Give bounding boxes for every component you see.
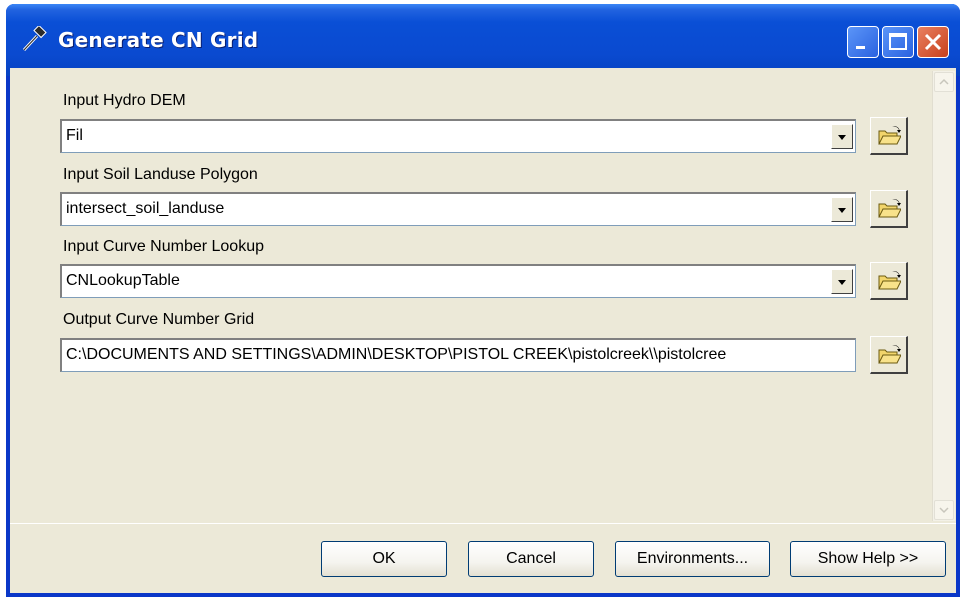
ok-button[interactable]: OK: [321, 541, 447, 577]
chevron-down-icon: [939, 507, 949, 514]
hydro-dem-label: Input Hydro DEM: [63, 92, 186, 109]
scroll-up-button[interactable]: [934, 72, 954, 92]
cn-lookup-browse-button[interactable]: [870, 262, 908, 300]
scroll-down-button[interactable]: [934, 500, 954, 520]
cn-lookup-label: Input Curve Number Lookup: [63, 238, 264, 255]
vertical-scrollbar[interactable]: [932, 71, 955, 521]
dialog-client: Input Hydro DEM Fil Input Soil Landuse P…: [10, 68, 956, 593]
show-help-button[interactable]: Show Help >>: [790, 541, 946, 577]
maximize-icon: [889, 33, 907, 50]
hydro-dem-dropdown-button[interactable]: [831, 124, 853, 149]
chevron-down-icon: [838, 208, 846, 213]
minimize-icon: [856, 46, 865, 49]
cn-lookup-value: CNLookupTable: [66, 272, 180, 289]
open-folder-icon: [878, 271, 901, 290]
soil-landuse-combo[interactable]: intersect_soil_landuse: [60, 192, 856, 226]
output-grid-browse-button[interactable]: [870, 336, 908, 374]
close-icon: [924, 33, 942, 51]
cn-lookup-dropdown-button[interactable]: [831, 269, 853, 294]
close-button[interactable]: [917, 26, 949, 58]
maximize-button[interactable]: [882, 26, 914, 58]
output-grid-value: C:\DOCUMENTS AND SETTINGS\ADMIN\DESKTOP\…: [66, 346, 727, 363]
title-bar[interactable]: Generate CN Grid: [6, 4, 960, 76]
cancel-button[interactable]: Cancel: [468, 541, 594, 577]
hydro-dem-browse-button[interactable]: [870, 117, 908, 155]
button-bar: OK Cancel Environments... Show Help >>: [10, 523, 956, 594]
dialog-window: Generate CN Grid Input Hydro DEM Fil Inp…: [6, 4, 960, 597]
environments-button[interactable]: Environments...: [615, 541, 770, 577]
window-title: Generate CN Grid: [58, 28, 259, 52]
soil-landuse-label: Input Soil Landuse Polygon: [63, 166, 258, 183]
hydro-dem-combo[interactable]: Fil: [60, 119, 856, 153]
output-grid-input[interactable]: C:\DOCUMENTS AND SETTINGS\ADMIN\DESKTOP\…: [60, 338, 856, 372]
open-folder-icon: [878, 345, 901, 364]
output-grid-label: Output Curve Number Grid: [63, 311, 255, 328]
cn-lookup-combo[interactable]: CNLookupTable: [60, 264, 856, 298]
hydro-dem-value: Fil: [66, 127, 83, 144]
open-folder-icon: [878, 199, 901, 218]
soil-landuse-value: intersect_soil_landuse: [66, 200, 225, 217]
chevron-down-icon: [838, 135, 846, 140]
chevron-down-icon: [838, 280, 846, 285]
open-folder-icon: [878, 126, 901, 145]
minimize-button[interactable]: [847, 26, 879, 58]
hammer-icon: [22, 26, 47, 52]
soil-landuse-dropdown-button[interactable]: [831, 197, 853, 222]
parameters-panel: Input Hydro DEM Fil Input Soil Landuse P…: [10, 68, 956, 523]
chevron-up-icon: [939, 78, 949, 85]
soil-landuse-browse-button[interactable]: [870, 190, 908, 228]
